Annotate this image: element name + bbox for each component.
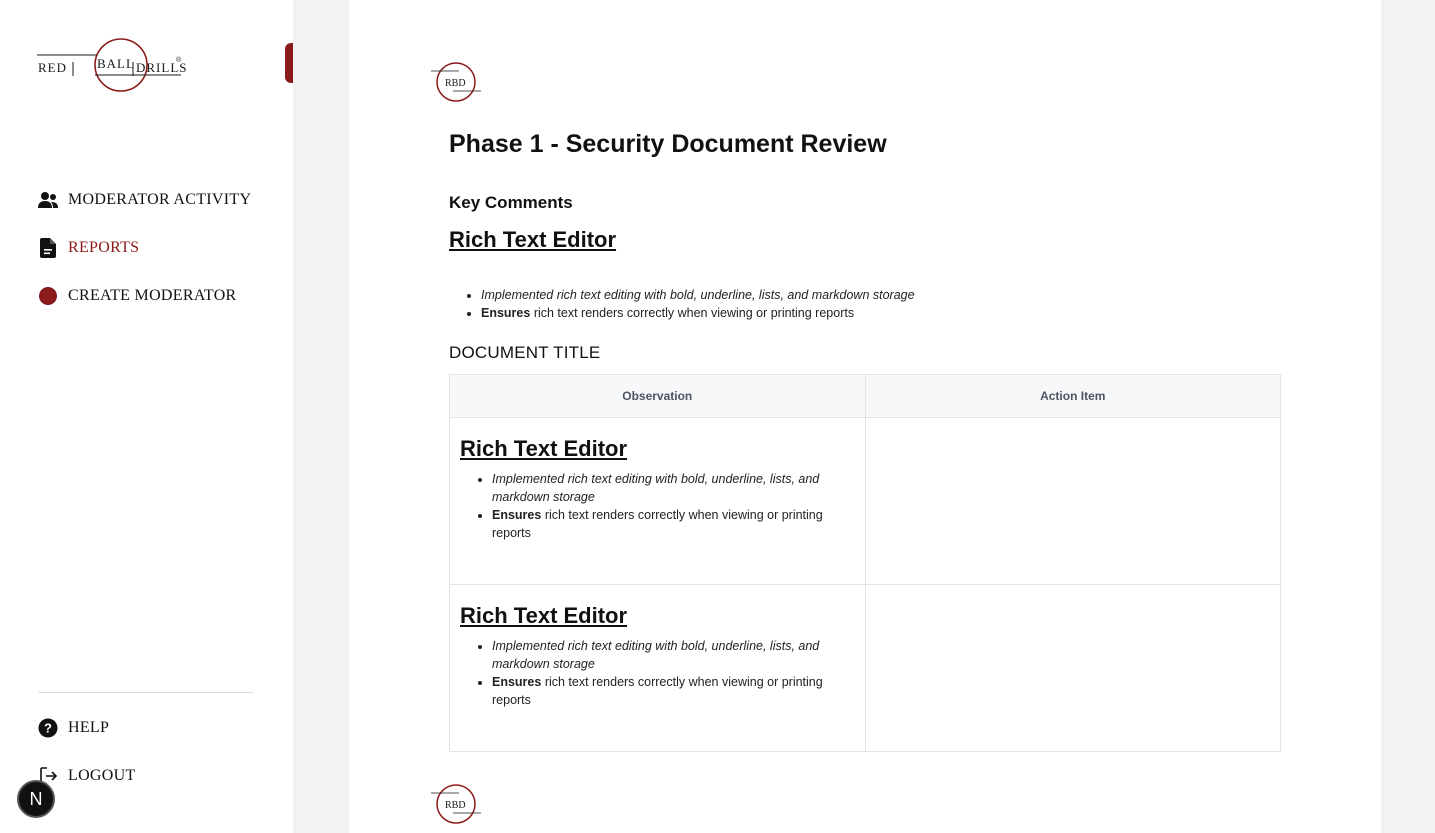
section-title: DOCUMENT TITLE: [449, 343, 601, 362]
action-item-cell[interactable]: [864, 417, 1281, 585]
list-item: Ensures rich text renders correctly when…: [492, 673, 835, 709]
observation-cell[interactable]: Rich Text Editor Implemented rich text e…: [449, 417, 866, 585]
rich-text-heading: Rich Text Editor: [460, 603, 628, 628]
action-item-cell[interactable]: [864, 584, 1281, 752]
bullet-text: rich text renders correctly when viewing…: [492, 508, 823, 540]
rich-text-heading: Rich Text Editor: [449, 227, 617, 252]
column-header-observation: Observation: [449, 374, 866, 418]
sidebar-item-create-moderator[interactable]: CREATE MODERATOR: [38, 272, 293, 320]
bullet-bold-text: Ensures: [481, 306, 531, 320]
registered-mark: ®: [176, 56, 182, 64]
bullet-list: Implemented rich text editing with bold,…: [449, 286, 1281, 322]
page-title: Phase 1 - Security Document Review: [449, 130, 887, 158]
bullet-text: Implemented rich text editing with bold,…: [492, 639, 820, 671]
document-icon: [38, 238, 58, 258]
sidebar-item-moderator-activity[interactable]: MODERATOR ACTIVITY: [38, 176, 293, 224]
key-comments-heading: Key Comments: [449, 193, 573, 212]
footer-logo: RBD: [431, 782, 483, 826]
sidebar-item-reports[interactable]: REPORTS: [38, 224, 293, 272]
header-logo: RBD: [431, 60, 483, 104]
dev-tools-button[interactable]: N: [17, 780, 55, 818]
bullet-text: rich text renders correctly when viewing…: [530, 306, 855, 320]
list-item: Implemented rich text editing with bold,…: [492, 470, 835, 506]
rich-text-content: Implemented rich text editing with bold,…: [449, 286, 1281, 322]
bullet-list: Implemented rich text editing with bold,…: [460, 470, 855, 542]
table-header-row: Observation Action Item: [449, 374, 1281, 418]
bullet-text: Implemented rich text editing with bold,…: [481, 288, 915, 302]
sidebar-item-label: LOGOUT: [68, 767, 136, 784]
list-item: Ensures rich text renders correctly when…: [481, 304, 1281, 322]
table-row: Rich Text Editor Implemented rich text e…: [449, 417, 1281, 585]
sidebar-item-help[interactable]: ? HELP: [38, 704, 253, 752]
sidebar: RED BALL DRILLS ® MODERATOR ACTIVITY REP…: [0, 0, 293, 833]
sidebar-divider: [38, 692, 253, 693]
red-ball-drills-logo: RED BALL DRILLS ®: [37, 38, 187, 92]
brand-name-ball: BALL: [97, 56, 135, 71]
observation-cell[interactable]: Rich Text Editor Implemented rich text e…: [449, 584, 866, 752]
rich-text-heading: Rich Text Editor: [460, 436, 628, 461]
fab-label: N: [29, 788, 43, 809]
bullet-bold-text: Ensures: [492, 675, 542, 689]
bullet-bold-text: Ensures: [492, 508, 542, 522]
brand-name-red: RED: [38, 60, 67, 75]
help-icon: ?: [38, 718, 58, 738]
sidebar-item-label: CREATE MODERATOR: [68, 287, 237, 304]
sidebar-item-label: REPORTS: [68, 239, 140, 256]
bullet-text: rich text renders correctly when viewing…: [492, 675, 823, 707]
sidebar-nav: MODERATOR ACTIVITY REPORTS CREATE MODERA…: [38, 176, 293, 320]
logo-text: RBD: [445, 800, 466, 811]
users-icon: [38, 190, 58, 210]
bullet-list: Implemented rich text editing with bold,…: [460, 637, 855, 709]
bullet-text: Implemented rich text editing with bold,…: [492, 472, 820, 504]
logo-text: RBD: [445, 78, 466, 89]
column-header-action-item: Action Item: [864, 374, 1281, 418]
red-dot-icon: [38, 286, 58, 306]
brand-logo[interactable]: RED BALL DRILLS ®: [37, 38, 187, 94]
list-item: Ensures rich text renders correctly when…: [492, 506, 835, 542]
list-item: Implemented rich text editing with bold,…: [492, 637, 835, 673]
table-row: Rich Text Editor Implemented rich text e…: [449, 584, 1281, 752]
sidebar-item-label: HELP: [68, 719, 110, 736]
list-item: Implemented rich text editing with bold,…: [481, 286, 1281, 304]
active-indicator: [285, 43, 293, 83]
sidebar-item-logout[interactable]: LOGOUT: [38, 752, 253, 800]
svg-text:?: ?: [44, 721, 52, 736]
sidebar-bottom-nav: ? HELP LOGOUT: [38, 704, 253, 800]
report-page: RBD Phase 1 - Security Document Review K…: [349, 0, 1381, 833]
observations-table: Observation Action Item Rich Text Editor…: [449, 374, 1281, 752]
sidebar-item-label: MODERATOR ACTIVITY: [68, 191, 252, 208]
